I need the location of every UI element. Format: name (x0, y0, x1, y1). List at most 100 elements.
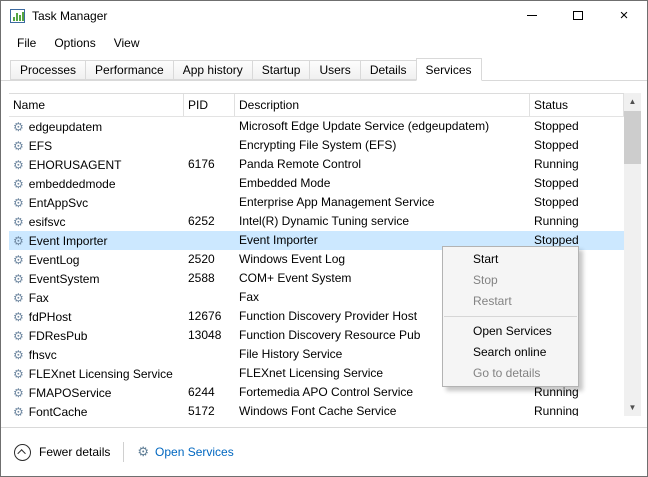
service-gear-icon: ⚙ (13, 405, 24, 417)
service-name-cell: ⚙FLEXnet Licensing Service (9, 364, 184, 383)
service-name: Fax (29, 291, 49, 305)
column-header-name[interactable]: Name (9, 94, 184, 116)
services-gear-icon: ⚙ (137, 444, 149, 460)
context-menu-item-search-online[interactable]: Search online (443, 342, 578, 363)
service-name: FDResPub (29, 329, 88, 343)
maximize-button[interactable] (555, 1, 601, 30)
service-gear-icon: ⚙ (13, 196, 24, 210)
table-row[interactable]: ⚙ esifsvc 6252Intel(R) Dynamic Tuning serv… (9, 212, 624, 231)
context-menu-item-open-services[interactable]: Open Services (443, 321, 578, 342)
service-name: EHORUSAGENT (29, 158, 122, 172)
service-pid-cell: 12676 (184, 307, 235, 326)
close-icon: × (620, 8, 629, 23)
service-pid-cell: 2520 (184, 250, 235, 269)
table-header: NamePIDDescriptionStatus (9, 93, 624, 117)
tab-startup[interactable]: Startup (252, 60, 311, 80)
table-row[interactable]: ⚙EntAppSvcEnterprise App Management Serv… (9, 193, 624, 212)
menu-bar: FileOptionsView (1, 31, 647, 55)
title-bar: Task Manager × (1, 1, 647, 31)
service-pid-cell (184, 288, 235, 307)
service-name-cell: ⚙FDResPub (9, 326, 184, 345)
footer-divider (123, 442, 124, 462)
service-pid-cell (184, 174, 235, 193)
minimize-button[interactable] (509, 1, 555, 30)
service-description-cell: Panda Remote Control (235, 155, 530, 174)
service-gear-icon: ⚙ (13, 215, 24, 229)
table-row[interactable]: ⚙edgeupdatemMicrosoft Edge Update Servic… (9, 117, 624, 136)
service-name-cell: ⚙ fdPHost (9, 307, 184, 326)
context-menu-separator (444, 316, 577, 317)
service-pid-cell: 6244 (184, 383, 235, 402)
service-description-cell: Windows Font Cache Service (235, 402, 530, 416)
service-status-cell: Stopped (530, 117, 624, 136)
scroll-down-icon[interactable]: ▼ (624, 399, 641, 416)
column-header-pid[interactable]: PID (184, 94, 235, 116)
service-status-cell: Stopped (530, 193, 624, 212)
service-gear-icon: ⚙ (13, 310, 24, 324)
table-row[interactable]: ⚙EHORUSAGENT6176Panda Remote ControlRunn… (9, 155, 624, 174)
tab-details[interactable]: Details (360, 60, 417, 80)
tab-users[interactable]: Users (309, 60, 360, 80)
service-description-cell: Intel(R) Dynamic Tuning service (235, 212, 530, 231)
service-name: fdPHost (29, 310, 72, 324)
service-gear-icon: ⚙ (13, 291, 24, 305)
tab-services[interactable]: Services (416, 58, 482, 81)
vertical-scrollbar[interactable]: ▲ ▼ (624, 93, 641, 416)
service-status-cell: Running (530, 402, 624, 416)
service-gear-icon: ⚙ (13, 272, 24, 286)
service-pid-cell (184, 345, 235, 364)
service-pid-cell: 6252 (184, 212, 235, 231)
service-name: FMAPOService (29, 386, 112, 400)
service-name: EntAppSvc (29, 196, 88, 210)
service-name: Event Importer (29, 234, 108, 248)
service-gear-icon: ⚙ (13, 386, 24, 400)
column-header-description[interactable]: Description (235, 94, 530, 116)
service-name-cell: ⚙ esifsvc (9, 212, 184, 231)
task-manager-window: Task Manager × FileOptionsView Processes… (0, 0, 648, 477)
service-name-cell: ⚙ EntAppSvc (9, 193, 184, 212)
maximize-icon (573, 11, 583, 20)
service-gear-icon: ⚙ (13, 253, 24, 267)
service-name-cell: ⚙EventLog (9, 250, 184, 269)
tab-app-history[interactable]: App history (173, 60, 253, 80)
scrollbar-thumb[interactable] (624, 111, 641, 164)
task-manager-app-icon (10, 9, 25, 23)
context-menu-item-stop: Stop (443, 270, 578, 291)
table-row[interactable]: ⚙FontCache5172Windows Font Cache Service… (9, 402, 624, 416)
service-pid-cell (184, 364, 235, 383)
service-pid-cell (184, 193, 235, 212)
context-menu: StartStopRestart Open ServicesSearch onli… (442, 246, 579, 387)
service-status-cell: Running (530, 212, 624, 231)
service-gear-icon: ⚙ (13, 158, 24, 172)
close-button[interactable]: × (601, 1, 647, 30)
context-menu-item-restart: Restart (443, 291, 578, 312)
service-description-cell: Microsoft Edge Update Service (edgeupdat… (235, 117, 530, 136)
menu-view[interactable]: View (105, 32, 149, 54)
service-status-cell: Stopped (530, 174, 624, 193)
minimize-icon (527, 15, 537, 16)
fewer-details-label: Fewer details (39, 445, 110, 459)
open-services-label: Open Services (155, 445, 234, 459)
service-name: embeddedmode (29, 177, 116, 191)
service-name: FLEXnet Licensing Service (29, 367, 173, 381)
service-name-cell: ⚙ EHORUSAGENT (9, 155, 184, 174)
service-pid-cell: 2588 (184, 269, 235, 288)
menu-file[interactable]: File (8, 32, 45, 54)
column-header-status[interactable]: Status (530, 94, 624, 116)
open-services-link[interactable]: ⚙ Open Services (137, 444, 233, 460)
table-row[interactable]: ⚙EFSEncrypting File System (EFS)Stopped (9, 136, 624, 155)
service-gear-icon: ⚙ (13, 177, 24, 191)
scroll-up-icon[interactable]: ▲ (624, 93, 641, 110)
service-name: esifsvc (29, 215, 66, 229)
menu-options[interactable]: Options (45, 32, 104, 54)
scrollbar-track[interactable] (624, 110, 641, 399)
context-menu-item-start[interactable]: Start (443, 249, 578, 270)
table-row[interactable]: ⚙embeddedmodeEmbedded ModeStopped (9, 174, 624, 193)
context-menu-item-go-to-details: Go to details (443, 363, 578, 384)
tab-performance[interactable]: Performance (85, 60, 174, 80)
fewer-details-button[interactable]: Fewer details (14, 444, 110, 461)
service-name-cell: ⚙ embeddedmode (9, 174, 184, 193)
tab-processes[interactable]: Processes (10, 60, 86, 80)
service-gear-icon: ⚙ (13, 348, 24, 362)
window-title: Task Manager (32, 9, 107, 23)
